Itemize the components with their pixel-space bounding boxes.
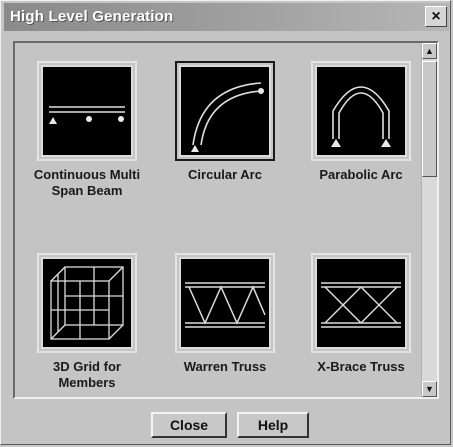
scroll-down-button[interactable]: ▼ — [422, 381, 437, 397]
gallery-item-label: Continuous Multi Span Beam — [33, 167, 141, 198]
vertical-scrollbar[interactable]: ▲ ▼ — [421, 43, 437, 397]
dialog-title: High Level Generation — [10, 8, 174, 25]
gallery-item-parabolic-arc[interactable]: Parabolic Arc — [301, 61, 421, 231]
gallery-item-3d-grid-for-members[interactable]: 3D Grid for Members — [27, 253, 147, 397]
gallery-item-label: Parabolic Arc — [319, 167, 403, 182]
title-bar[interactable]: High Level Generation × — [4, 3, 449, 31]
gallery-item-label: Circular Arc — [188, 167, 262, 182]
gallery-panel: Continuous Multi Span Beam Circular Arc — [13, 41, 439, 399]
dialog-window: High Level Generation × Continuous Multi… — [0, 0, 451, 445]
gallery-item-continuous-multi-span-beam[interactable]: Continuous Multi Span Beam — [27, 61, 147, 231]
gallery-grid: Continuous Multi Span Beam Circular Arc — [15, 43, 423, 397]
warren-truss-icon — [181, 259, 269, 347]
gallery-item-label: Warren Truss — [183, 359, 267, 374]
close-icon[interactable]: × — [425, 6, 447, 27]
3d-grid-icon — [43, 259, 131, 347]
scrollbar-thumb[interactable] — [422, 61, 437, 177]
thumbnail-frame[interactable] — [37, 61, 137, 161]
thumbnail-frame-selected[interactable] — [175, 61, 275, 161]
gallery-item-label: 3D Grid for Members — [53, 359, 121, 390]
thumbnail-frame[interactable] — [311, 61, 411, 161]
gallery-item-circular-arc[interactable]: Circular Arc — [165, 61, 285, 231]
help-button[interactable]: Help — [237, 412, 309, 438]
chevron-up-icon: ▲ — [425, 46, 434, 56]
parabolic-arc-icon — [317, 67, 405, 155]
dialog-footer: Close Help — [1, 407, 452, 443]
close-button[interactable]: Close — [151, 412, 227, 438]
circular-arc-icon — [181, 67, 269, 155]
thumbnail-frame[interactable] — [37, 253, 137, 353]
scroll-up-button[interactable]: ▲ — [422, 43, 437, 59]
continuous-beam-icon — [43, 67, 131, 155]
chevron-down-icon: ▼ — [425, 384, 434, 394]
thumbnail-frame[interactable] — [311, 253, 411, 353]
x-brace-truss-icon — [317, 259, 405, 347]
thumbnail-frame[interactable] — [175, 253, 275, 353]
gallery-item-warren-truss[interactable]: Warren Truss — [165, 253, 285, 397]
gallery-item-label: X-Brace Truss — [317, 359, 405, 374]
gallery-item-x-brace-truss[interactable]: X-Brace Truss — [301, 253, 421, 397]
